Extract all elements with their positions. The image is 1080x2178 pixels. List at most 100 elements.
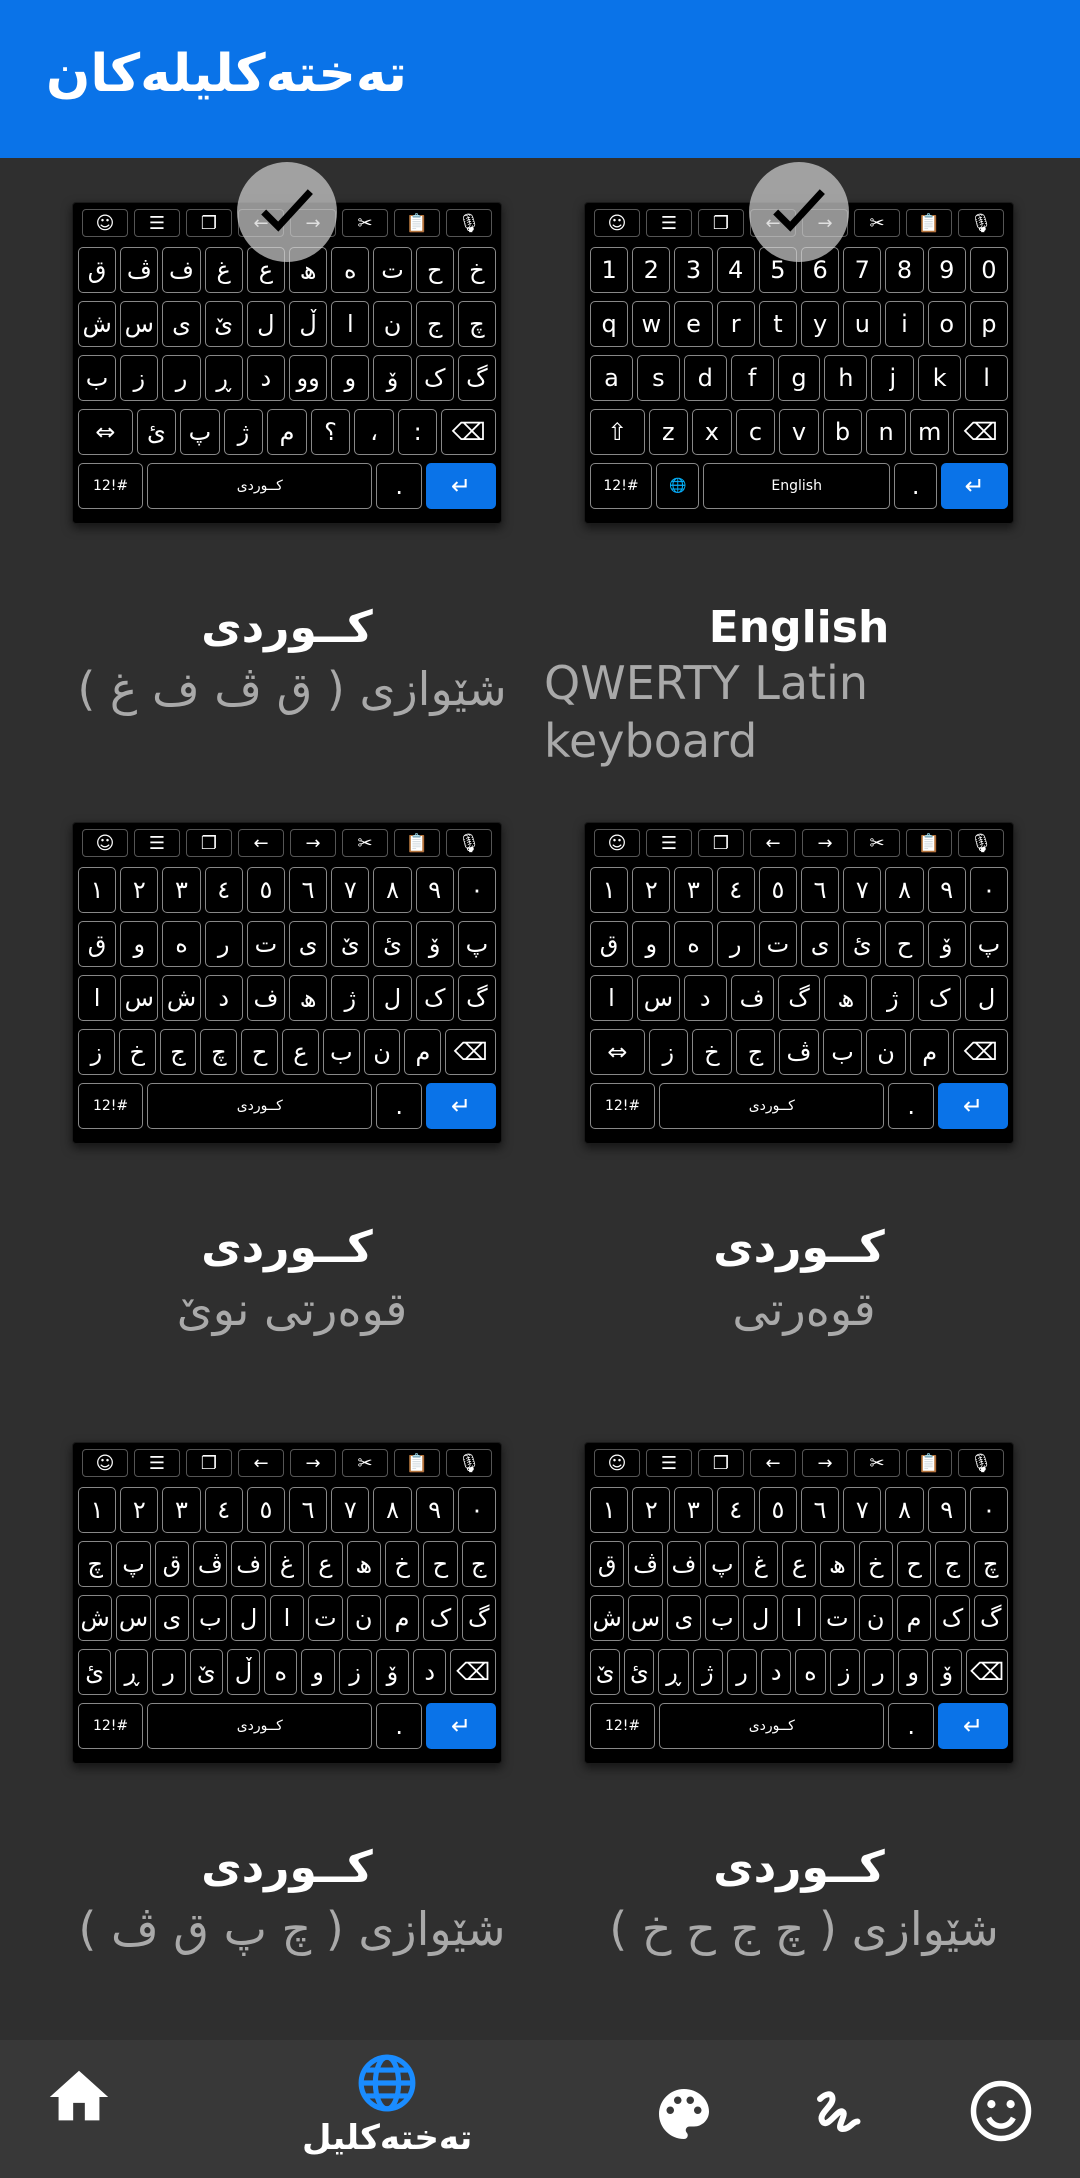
nav-gesture[interactable] (810, 2084, 870, 2144)
key: ٩ (927, 1487, 966, 1533)
key: ۆ (927, 921, 966, 967)
key: ز (829, 1649, 860, 1695)
key: ژ (692, 1649, 723, 1695)
key: س (120, 975, 159, 1021)
emoji-icon: ☺ (594, 1449, 640, 1477)
key: ٤ (204, 867, 243, 913)
key: ١ (589, 1487, 629, 1533)
key: ⌫ (450, 1649, 497, 1695)
key: ج (159, 1029, 197, 1075)
key: k (918, 355, 962, 401)
keyboard-preview[interactable]: ☺ ☰ ❐ ← → ✂ 📋 🎙 ١ ٢ ٣ ٤ ٥ ٦ ٧ ٨ ٩ ٠ چ پ ق ڤ ف غ ع ھ خ ح ج ش س ی ب ل ا ت ن م ک گ… (72, 1442, 502, 1764)
mic-icon: 🎙 (958, 209, 1004, 237)
key: ⌫ (953, 409, 1008, 455)
key: ە (264, 1649, 298, 1695)
clipboard-icon: 📋 (906, 1449, 952, 1477)
key: ا (269, 1595, 305, 1641)
keyboard-icon: ☰ (646, 829, 692, 857)
key: b (822, 409, 863, 455)
key: ا (77, 975, 117, 1021)
key: ئ (624, 1649, 655, 1695)
layout-description: شێوازی ( چ پ ق ڤ ) (78, 1902, 506, 1956)
key: ئ (373, 921, 412, 967)
key: ز (648, 1029, 689, 1075)
key: ڵ (289, 301, 328, 347)
key: ح (423, 1541, 458, 1587)
key: ت (373, 247, 412, 293)
key: ٦ (801, 1487, 840, 1533)
key: ڤ (779, 1029, 819, 1075)
key: ٧ (331, 867, 370, 913)
key: ٨ (373, 1487, 412, 1533)
key: خ (384, 1541, 420, 1587)
key: ن (363, 1029, 401, 1075)
key: ژ (223, 409, 264, 455)
globe-icon (358, 2054, 416, 2112)
nav-themes[interactable] (654, 2084, 714, 2144)
selected-check-icon (749, 162, 849, 262)
key: غ (204, 247, 243, 293)
key: ڤ (628, 1541, 663, 1587)
key: ٩ (927, 867, 966, 913)
keyboard-preview[interactable]: ☺ ☰ ❐ ← → ✂ 📋 🎙 ١ ٢ ٣ ٤ ٥ ٦ ٧ ٨ ٩ ٠ ق و ە ر ت ی ێ ئ ۆ پ ا س ش د ف ھ ژ ل ک گ ز خ… (72, 822, 502, 1144)
space-key: کــوردی (147, 1083, 373, 1129)
key: 2 (632, 247, 671, 293)
key: f (730, 355, 774, 401)
copy-icon: ❐ (186, 1449, 232, 1477)
key: g (777, 355, 821, 401)
arrow-left-icon: ← (238, 1449, 284, 1477)
keyboard-layout-card[interactable]: ☺☰❐←→✂📋🎙1234567890qwertyuiopasdfghjkl⇧zx… (544, 162, 1080, 782)
keyboard-preview[interactable]: ☺ ☰ ❐ ← → ✂ 📋 🎙 ١ ٢ ٣ ٤ ٥ ٦ ٧ ٨ ٩ ٠ ق ڤ ف پ غ ع ھ خ ح ج چ ش س ی ب ل ا ت ن م ک گ… (584, 1442, 1014, 1764)
key: ئ (136, 409, 177, 455)
key: ٧ (843, 867, 882, 913)
layout-name: کــوردی (201, 602, 373, 653)
key: v (779, 409, 819, 455)
enter-key: ↵ (426, 463, 496, 509)
enter-key: ↵ (426, 1083, 496, 1129)
nav-emoji[interactable] (968, 2078, 1034, 2144)
key: ز (338, 1649, 372, 1695)
gesture-icon (817, 2091, 861, 2133)
keyboard-preview[interactable]: ☺ ☰ ❐ ← → ✂ 📋 🎙 ١ ٢ ٣ ٤ ٥ ٦ ٧ ٨ ٩ ٠ ق و ە ر ت ی ئ ح ۆ پ ا س د ف گ ھ ژ ک ل ⇔ ز خ… (584, 822, 1014, 1144)
keyboard-icon: ☰ (134, 1449, 180, 1477)
keyboard-layout-card[interactable]: ☺ ☰ ❐ ← → ✂ 📋 🎙 ١ ٢ ٣ ٤ ٥ ٦ ٧ ٨ ٩ ٠ ق ڤ ف پ غ ع ھ خ ح ج چ ش س ی ب ل ا ت ن م ک گ… (584, 1442, 1080, 2022)
nav-home[interactable] (44, 2062, 114, 2132)
nav-keyboards[interactable]: تەختەکلیل (302, 2052, 472, 2158)
keyboard-layout-card[interactable]: ☺ ☰ ❐ ← → ✂ 📋 🎙 ١ ٢ ٣ ٤ ٥ ٦ ٧ ٨ ٩ ٠ ق و ە ر ت ی ئ ح ۆ پ ا س د ف گ ھ ژ ک ل ⇔ ز خ… (584, 822, 1080, 1402)
key: چ (457, 301, 497, 347)
key: ک (935, 1595, 970, 1641)
key: ە (795, 1649, 826, 1695)
key: ر (162, 355, 201, 401)
key: ر (716, 921, 755, 967)
key: چ (78, 1541, 113, 1587)
key: ش (162, 975, 201, 1021)
keyboard-layout-card[interactable]: ☺ ☰ ❐ ← → ✂ 📋 🎙 ١ ٢ ٣ ٤ ٥ ٦ ٧ ٨ ٩ ٠ ق و ە ر ت ی ێ ئ ۆ پ ا س ش د ف ھ ژ ل ک گ ز خ… (72, 822, 572, 1402)
layout-description: شێوازی ( چ ج ح خ ) (609, 1902, 999, 1956)
keyboard-icon: ☰ (646, 1449, 692, 1477)
arrow-right-icon: → (290, 829, 336, 857)
cut-icon: ✂ (854, 829, 900, 857)
key: ێ (204, 301, 243, 347)
key: ر (152, 1649, 186, 1695)
key: م (384, 1595, 420, 1641)
key: ف (231, 1541, 266, 1587)
key: i (885, 301, 924, 347)
key: ۆ (415, 921, 454, 967)
key: 3 (674, 247, 713, 293)
key: ؟ (310, 409, 351, 455)
nav-keyboards-label: تەختەکلیل (302, 2118, 473, 2158)
key: ۆ (932, 1649, 963, 1695)
key: p (969, 301, 1009, 347)
keyboard-layout-card[interactable]: ☺☰❐←→✂📋🎙قڤفغعھەتحخشسیێلڵانجچبزرڕدوووۆکگ⇔… (72, 162, 572, 782)
key: ت (308, 1595, 343, 1641)
key: ف (730, 975, 774, 1021)
key: ٨ (373, 867, 412, 913)
key: 8 (885, 247, 924, 293)
layout-description: قوەرتی نوێ (176, 1282, 408, 1336)
copy-icon: ❐ (698, 829, 744, 857)
key: ڕ (115, 1649, 149, 1695)
keyboard-layout-card[interactable]: ☺ ☰ ❐ ← → ✂ 📋 🎙 ١ ٢ ٣ ٤ ٥ ٦ ٧ ٨ ٩ ٠ چ پ ق ڤ ف غ ع ھ خ ح ج ش س ی ب ل ا ت ن م ک گ… (72, 1442, 572, 2022)
key: a (590, 355, 633, 401)
key: ق (77, 921, 117, 967)
period-key: . (888, 1083, 935, 1129)
